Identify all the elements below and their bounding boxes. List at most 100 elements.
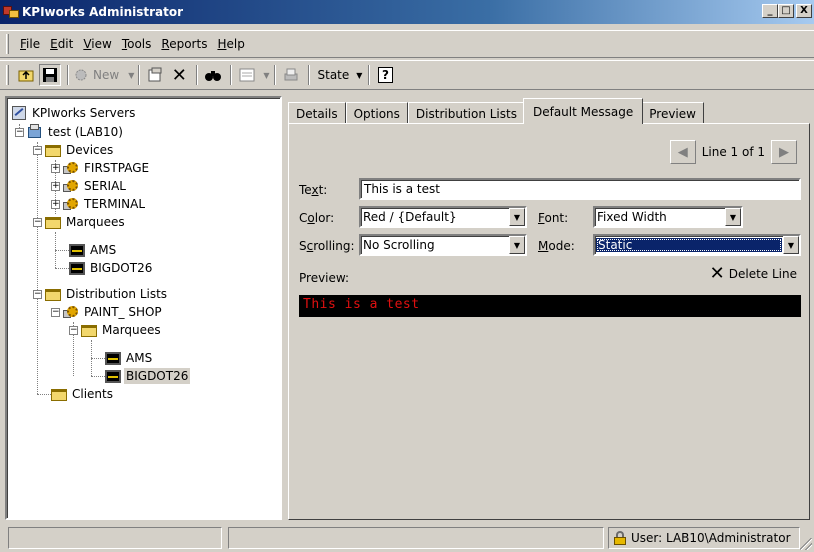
tree-paint-shop[interactable]: PAINT_ SHOP bbox=[63, 303, 164, 321]
chevron-down-icon[interactable]: ▼ bbox=[509, 236, 525, 254]
servers-root-icon bbox=[11, 105, 27, 121]
tree-line bbox=[37, 142, 38, 394]
tab-details[interactable]: Details bbox=[288, 102, 346, 124]
menu-reports[interactable]: Reports bbox=[156, 37, 212, 51]
font-select[interactable]: Fixed Width ▼ bbox=[593, 206, 743, 228]
collapse-paint-shop-toggle[interactable]: − bbox=[51, 308, 60, 317]
tree-root[interactable]: KPIworks Servers bbox=[11, 104, 137, 122]
new-dropdown-arrow[interactable]: ▼ bbox=[128, 71, 134, 80]
status-user-pane: User: LAB10\Administrator bbox=[608, 527, 800, 549]
tab-default-message[interactable]: Default Message bbox=[522, 98, 644, 124]
device-gear-icon bbox=[63, 196, 79, 212]
collapse-dl-marquees-toggle[interactable]: − bbox=[69, 326, 78, 335]
tree-dl-marquee-bigdot26[interactable]: BIGDOT26 bbox=[105, 367, 191, 385]
save-button[interactable] bbox=[39, 64, 61, 86]
up-folder-button[interactable] bbox=[15, 64, 37, 86]
font-select-value: Fixed Width bbox=[597, 210, 667, 224]
marquee-icon bbox=[105, 370, 121, 383]
binoculars-icon bbox=[205, 71, 222, 81]
state-button[interactable]: State ▼ bbox=[314, 64, 363, 86]
expand-firstpage-toggle[interactable]: + bbox=[51, 164, 60, 173]
tree-marquees-folder[interactable]: Marquees bbox=[45, 213, 127, 231]
tab-distribution-lists[interactable]: Distribution Lists bbox=[407, 102, 525, 124]
chevron-down-icon[interactable]: ▼ bbox=[509, 208, 525, 226]
help-icon: ? bbox=[377, 67, 393, 83]
menu-help[interactable]: Help bbox=[212, 37, 249, 51]
view-dropdown-arrow[interactable]: ▼ bbox=[263, 71, 269, 80]
state-dropdown-arrow: ▼ bbox=[356, 70, 363, 80]
collapse-distribution-lists-toggle[interactable]: − bbox=[33, 290, 42, 299]
folder-icon bbox=[45, 289, 61, 301]
tree-device-serial[interactable]: SERIAL bbox=[63, 177, 128, 195]
folder-icon bbox=[45, 217, 61, 229]
toolbar-separator bbox=[138, 65, 141, 85]
close-button[interactable]: X bbox=[796, 4, 812, 18]
delete-line-label: Delete Line bbox=[728, 267, 797, 281]
marquee-icon bbox=[69, 244, 85, 257]
toolbar-separator bbox=[307, 65, 310, 85]
print-button[interactable] bbox=[280, 64, 302, 86]
new-gear-icon bbox=[75, 69, 87, 81]
tree-devices-folder[interactable]: Devices bbox=[45, 141, 115, 159]
help-button[interactable]: ? bbox=[374, 64, 396, 86]
color-select[interactable]: Red / {Default} ▼ bbox=[359, 206, 527, 228]
arrow-left-icon: ◀ bbox=[677, 144, 688, 160]
previous-line-button[interactable]: ◀ bbox=[669, 140, 696, 164]
up-folder-icon bbox=[18, 70, 34, 82]
tree-marquee-ams[interactable]: AMS bbox=[69, 241, 118, 259]
device-gear-icon bbox=[63, 160, 79, 176]
mode-label: Mode: bbox=[538, 239, 575, 253]
toolbar-grip[interactable] bbox=[6, 65, 9, 85]
scrolling-select[interactable]: No Scrolling ▼ bbox=[359, 234, 527, 256]
find-button[interactable] bbox=[202, 64, 224, 86]
collapse-marquees-toggle[interactable]: − bbox=[33, 218, 42, 227]
mode-select[interactable]: Static ▼ bbox=[593, 234, 801, 256]
text-input[interactable]: This is a test bbox=[359, 178, 801, 200]
tree-distribution-lists-folder[interactable]: Distribution Lists bbox=[45, 285, 169, 303]
delete-line-button[interactable]: ✕ Delete Line bbox=[710, 265, 797, 283]
maximize-button[interactable]: □ bbox=[778, 4, 794, 18]
minimize-button[interactable]: _ bbox=[762, 4, 778, 18]
menu-view[interactable]: View bbox=[78, 37, 116, 51]
tree-dl-marquees-folder[interactable]: Marquees bbox=[81, 321, 163, 339]
new-button[interactable]: New bbox=[73, 64, 123, 86]
tab-options[interactable]: Options bbox=[345, 102, 408, 124]
tab-strip: Details Options Distribution Lists Defau… bbox=[288, 98, 704, 124]
menu-file[interactable]: File bbox=[15, 37, 45, 51]
tab-preview[interactable]: Preview bbox=[641, 102, 704, 124]
expand-terminal-toggle[interactable]: + bbox=[51, 200, 60, 209]
server-tree[interactable]: KPIworks Servers − test (LAB10) − Device… bbox=[5, 96, 282, 520]
scrolling-label: Scrolling: bbox=[299, 239, 355, 253]
menu-grip[interactable] bbox=[6, 34, 9, 54]
tree-device-firstpage[interactable]: FIRSTPAGE bbox=[63, 159, 151, 177]
toolbar: New ▼ ✕ ▼ State ▼ ? bbox=[0, 60, 814, 90]
expand-serial-toggle[interactable]: + bbox=[51, 182, 60, 191]
status-bar: User: LAB10\Administrator bbox=[0, 526, 814, 552]
chevron-down-icon[interactable]: ▼ bbox=[725, 208, 741, 226]
next-line-button[interactable]: ▶ bbox=[771, 140, 797, 164]
tree-marquee-bigdot26[interactable]: BIGDOT26 bbox=[69, 259, 154, 277]
status-user: User: LAB10\Administrator bbox=[631, 531, 791, 545]
collapse-devices-toggle[interactable]: − bbox=[33, 146, 42, 155]
tree-server-node[interactable]: test (LAB10) bbox=[27, 123, 125, 141]
preview-label: Preview: bbox=[299, 271, 350, 285]
view-button[interactable] bbox=[236, 64, 258, 86]
delete-button[interactable]: ✕ bbox=[168, 64, 190, 86]
properties-button[interactable] bbox=[144, 64, 166, 86]
mode-select-value: Static bbox=[596, 238, 782, 252]
menu-edit[interactable]: Edit bbox=[45, 37, 78, 51]
tree-clients-folder[interactable]: Clients bbox=[51, 385, 115, 403]
app-icon bbox=[3, 4, 19, 20]
color-select-value: Red / {Default} bbox=[363, 210, 457, 224]
properties-icon bbox=[148, 67, 162, 82]
delete-icon: ✕ bbox=[171, 64, 187, 86]
collapse-server-toggle[interactable]: − bbox=[15, 128, 24, 137]
tree-device-terminal[interactable]: TERMINAL bbox=[63, 195, 147, 213]
folder-icon bbox=[51, 389, 67, 401]
toolbar-separator bbox=[273, 65, 276, 85]
chevron-down-icon[interactable]: ▼ bbox=[783, 236, 799, 254]
tree-dl-marquee-ams[interactable]: AMS bbox=[105, 349, 154, 367]
resize-grip[interactable] bbox=[800, 538, 812, 550]
folder-icon bbox=[81, 325, 97, 337]
menu-tools[interactable]: Tools bbox=[117, 37, 157, 51]
